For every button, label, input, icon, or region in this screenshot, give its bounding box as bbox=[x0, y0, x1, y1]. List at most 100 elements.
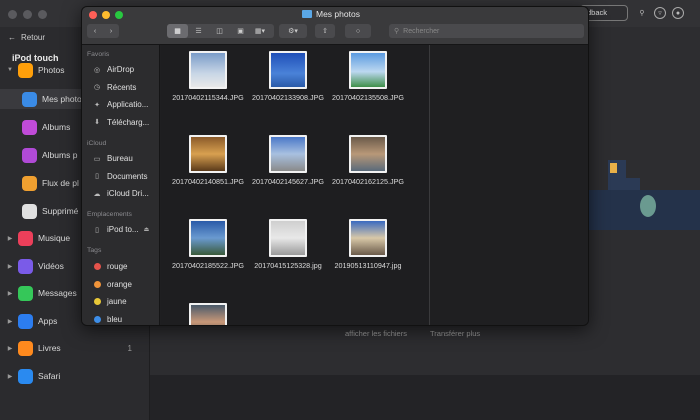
transfer-more-link[interactable]: Transférer plus bbox=[430, 329, 480, 338]
sidebar-item[interactable]: ⬇ Télécharg... bbox=[82, 115, 160, 130]
sidebar-item[interactable]: bleu bbox=[82, 312, 160, 326]
minimize-icon[interactable] bbox=[102, 11, 110, 19]
account-icon[interactable]: ● bbox=[672, 7, 684, 19]
tag-dot-icon bbox=[94, 263, 101, 270]
file-name: 20170402133908.JPG bbox=[252, 93, 324, 102]
chevron-down-icon[interactable]: ▼ bbox=[5, 67, 15, 73]
finder-title-label: Mes photos bbox=[316, 9, 360, 19]
nav-item-label: Vidéos bbox=[38, 261, 64, 271]
finder-title: Mes photos bbox=[302, 9, 360, 19]
nav-item-label: Mes photo bbox=[42, 94, 82, 104]
show-files-link[interactable]: afficher les fichiers bbox=[345, 329, 407, 338]
photo-thumbnail bbox=[189, 219, 227, 257]
file-item[interactable]: 20170402133908.JPG bbox=[245, 47, 331, 131]
sidebar-item[interactable]: ▯ iPod to... ⏏ bbox=[82, 222, 160, 237]
chevron-right-icon[interactable]: ▶ bbox=[5, 290, 15, 297]
share-icon: ⇧ bbox=[322, 28, 328, 35]
file-item[interactable] bbox=[165, 299, 251, 325]
zoom-icon[interactable] bbox=[115, 11, 123, 19]
back-label: Retour bbox=[21, 32, 46, 42]
gear-icon: ⚙▾ bbox=[288, 28, 298, 35]
forward-nav-icon[interactable]: › bbox=[103, 24, 119, 38]
file-item[interactable]: 20170402135508.JPG bbox=[325, 47, 411, 131]
sidebar-item[interactable]: ▭ Bureau bbox=[82, 151, 160, 166]
chevron-right-icon[interactable]: ▶ bbox=[5, 235, 15, 242]
sidebar-item[interactable]: orange bbox=[82, 277, 160, 292]
search-icon[interactable]: ⚲ bbox=[636, 7, 648, 19]
sidebar-item-label: iPod to... bbox=[107, 225, 139, 234]
file-name: 20170402115344.JPG bbox=[172, 93, 244, 102]
file-item[interactable]: 20170402185522.JPG bbox=[165, 215, 251, 299]
share-button[interactable]: ⇧ bbox=[315, 24, 335, 38]
eject-icon[interactable]: ⏏ bbox=[144, 226, 150, 233]
nav-item-icon bbox=[18, 62, 33, 78]
sidebar-item-label: Récents bbox=[107, 82, 137, 92]
search-field[interactable]: ⚲ Rechercher bbox=[389, 24, 584, 38]
sidebar-item[interactable]: rouge bbox=[82, 259, 160, 274]
bell-icon[interactable]: ▿ bbox=[654, 7, 666, 19]
nav-item[interactable]: ▶ Livres 1 bbox=[0, 338, 150, 358]
sidebar-item[interactable]: ▯ Documents bbox=[82, 169, 160, 184]
file-item[interactable]: 20190513110947.jpg bbox=[325, 215, 411, 299]
nav-item-label: Albums bbox=[42, 122, 71, 132]
nav-item-icon bbox=[18, 313, 33, 329]
action-button[interactable]: ⚙▾ bbox=[279, 24, 307, 38]
photo-thumbnail bbox=[269, 219, 307, 257]
nav-item-label: Livres bbox=[38, 343, 61, 353]
nav-item-label: Supprimé bbox=[42, 206, 79, 216]
folder-icon bbox=[302, 10, 312, 18]
chevron-right-icon[interactable]: ▶ bbox=[5, 318, 15, 325]
file-name: 20170402145627.JPG bbox=[252, 177, 324, 186]
sidebar-item-label: AirDrop bbox=[107, 65, 135, 74]
sidebar-item-label: rouge bbox=[107, 262, 128, 271]
nav-item-icon bbox=[18, 258, 33, 274]
sidebar-item-label: bleu bbox=[107, 314, 123, 324]
chevron-right-icon[interactable]: ▶ bbox=[5, 345, 15, 352]
preview-column bbox=[430, 45, 588, 325]
finder-toolbar: Mes photos ‹ › ▦ ☰ ◫ ▣ ▦▾ ⚙▾ ⇧ ○ ⚲ Reche… bbox=[82, 7, 588, 45]
clock-icon: ◷ bbox=[93, 84, 101, 91]
back-nav-icon[interactable]: ‹ bbox=[87, 24, 103, 38]
file-item[interactable]: 20170415125328.jpg bbox=[245, 215, 331, 299]
nav-item-icon bbox=[18, 230, 33, 246]
chevron-right-icon[interactable]: ▶ bbox=[5, 373, 15, 380]
magnifier-icon: ⚲ bbox=[394, 28, 400, 35]
nav-item[interactable]: ▶ Safari bbox=[0, 366, 150, 386]
sidebar-item-label: Bureau bbox=[107, 154, 133, 163]
back-arrow-icon: ← bbox=[8, 32, 16, 42]
screen: dback ⚲ ▿ ● ← Retour iPod touch ▼ Photos M… bbox=[0, 0, 700, 420]
tag-dot-icon bbox=[94, 280, 101, 288]
file-item[interactable]: 20170402162125.JPG bbox=[325, 131, 411, 215]
list-view-icon[interactable]: ☰ bbox=[188, 24, 209, 38]
back-button[interactable]: ← Retour bbox=[8, 29, 68, 45]
photo-thumbnail bbox=[189, 135, 227, 173]
nav-item-icon bbox=[22, 119, 37, 135]
chevron-right-icon[interactable]: ▶ bbox=[5, 263, 15, 270]
file-item[interactable]: 20170402140851.JPG bbox=[165, 131, 251, 215]
icon-view-icon[interactable]: ▦ bbox=[167, 24, 188, 38]
sidebar-item-label: iCloud Dri... bbox=[107, 189, 149, 198]
sidebar-item[interactable]: ◷ Récents bbox=[82, 80, 160, 95]
group-by-button[interactable]: ▦▾ bbox=[246, 24, 274, 38]
sidebar-item[interactable]: ◎ AirDrop bbox=[82, 62, 160, 77]
nav-item-label: Safari bbox=[38, 371, 61, 381]
photo-thumbnail bbox=[269, 51, 307, 89]
sidebar-item[interactable]: ☁ iCloud Dri... bbox=[82, 186, 160, 201]
nav-item-label: Musique bbox=[38, 233, 71, 243]
close-icon[interactable] bbox=[89, 11, 97, 19]
sidebar-item[interactable]: jaune bbox=[82, 294, 160, 309]
search-placeholder: Rechercher bbox=[403, 27, 440, 35]
traffic-lights bbox=[89, 11, 123, 19]
document-icon: ▯ bbox=[95, 173, 99, 180]
sidebar-item-label: Télécharg... bbox=[107, 117, 150, 127]
applications-icon: ✦ bbox=[94, 101, 100, 109]
tags-header: Tags bbox=[87, 247, 102, 254]
photo-thumbnail bbox=[349, 219, 387, 257]
nav-item-label: Messages bbox=[38, 288, 77, 298]
tag-button[interactable]: ○ bbox=[345, 24, 371, 38]
file-item[interactable]: 20170402115344.JPG bbox=[165, 47, 251, 131]
sidebar-item[interactable]: ✦ Applicatio... bbox=[82, 97, 160, 112]
file-item[interactable]: 20170402145627.JPG bbox=[245, 131, 331, 215]
column-view-icon[interactable]: ◫ bbox=[209, 24, 230, 38]
file-name: 20170402162125.JPG bbox=[332, 177, 404, 186]
